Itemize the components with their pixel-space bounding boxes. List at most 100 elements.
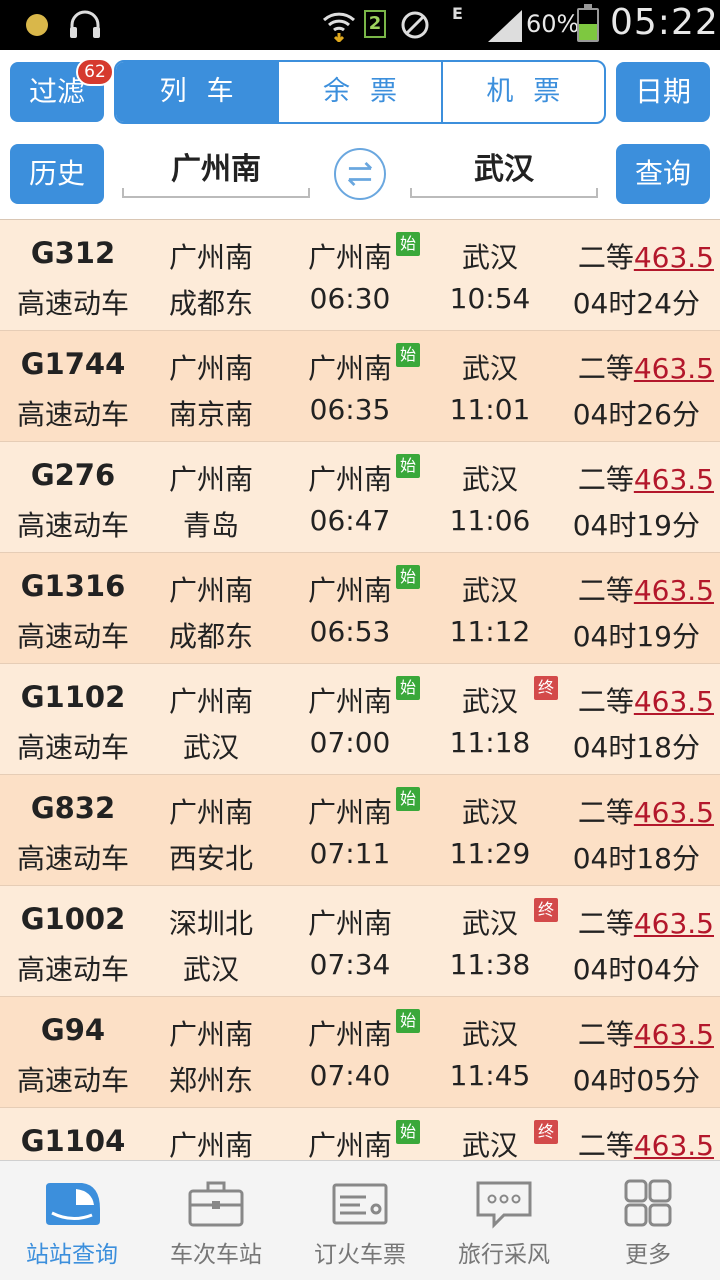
- train-row[interactable]: G312 高速动车 广州南 成都东 广州南 06:30 武汉 10:54 二等463.5 04时2…: [0, 220, 720, 331]
- query-button[interactable]: 查询: [616, 144, 710, 204]
- arrival-time: 10:54: [449, 282, 531, 315]
- train-number: G312: [30, 236, 116, 270]
- ticket-price[interactable]: 463.5: [634, 796, 714, 829]
- terminal-station: 武汉: [182, 731, 239, 764]
- mode-tabs: 列车 余票 机票: [114, 60, 606, 124]
- origin-tag: 始: [396, 565, 420, 589]
- terminal-station: 青岛: [182, 509, 239, 542]
- briefcase-icon: [188, 1181, 244, 1227]
- price-cell: 二等463.5: [566, 458, 714, 498]
- tab-trains[interactable]: 列车: [116, 62, 278, 122]
- price-cell: 二等463.5: [566, 791, 714, 831]
- price-cell: 二等463.5: [566, 236, 714, 276]
- terminus-tag: 终: [534, 676, 558, 700]
- price-cell: 二等463.5: [566, 680, 714, 720]
- date-button[interactable]: 日期: [616, 62, 710, 122]
- train-row[interactable]: G832 高速动车 广州南 西安北 广州南 07:11 武汉 11:29 二等463.5 04时1…: [0, 775, 720, 886]
- terminal-station: 成都东: [168, 620, 253, 653]
- notification-dot-icon: [26, 14, 48, 36]
- ticket-price[interactable]: 463.5: [634, 574, 714, 607]
- travel-duration: 04时26分: [572, 398, 700, 431]
- headset-icon: [70, 10, 100, 38]
- train-list[interactable]: G312 高速动车 广州南 成都东 广州南 06:30 武汉 10:54 二等463.5 04时2…: [0, 220, 720, 1160]
- ticket-price[interactable]: 463.5: [634, 1018, 714, 1051]
- seat-class: 二等: [577, 574, 634, 607]
- seat-class: 二等: [577, 352, 634, 385]
- nav-label: 站站查询: [26, 1242, 118, 1268]
- nav-label: 旅行采风: [458, 1242, 550, 1268]
- train-number: G832: [30, 791, 116, 825]
- nav-more[interactable]: 更多: [576, 1161, 720, 1280]
- nav-travel-notes[interactable]: 旅行采风: [432, 1161, 576, 1280]
- arrival-time: 11:38: [449, 948, 531, 981]
- departure-time: 07:11: [309, 837, 391, 870]
- train-number: G1316: [20, 569, 126, 603]
- train-row[interactable]: G1744 高速动车 广州南 南京南 广州南 06:35 武汉 11:01 二等463.5 04时…: [0, 331, 720, 442]
- terminal-station: 南京南: [168, 398, 253, 431]
- terminal-station: 成都东: [168, 287, 253, 320]
- swap-stations-icon[interactable]: [334, 148, 386, 200]
- seat-class: 二等: [577, 1129, 634, 1160]
- network-type: E: [452, 4, 463, 23]
- to-station-field[interactable]: 武汉: [410, 146, 598, 198]
- origin-station: 广州南: [168, 1018, 253, 1051]
- terminus-tag: 终: [534, 898, 558, 922]
- departure-time: 07:34: [309, 948, 391, 981]
- train-row[interactable]: G1104 广州南 广州南 武汉 二等463.5 始终: [0, 1108, 720, 1160]
- terminal-station: 武汉: [182, 953, 239, 986]
- ticket-price[interactable]: 463.5: [634, 463, 714, 496]
- origin-station: 广州南: [168, 574, 253, 607]
- train-row[interactable]: G276 高速动车 广州南 青岛 广州南 06:47 武汉 11:06 二等463.5 04时19…: [0, 442, 720, 553]
- origin-station: 广州南: [168, 463, 253, 496]
- train-row[interactable]: G1002 高速动车 深圳北 武汉 广州南 07:34 武汉 11:38 二等463.5 04时0…: [0, 886, 720, 997]
- travel-duration: 04时19分: [572, 620, 700, 653]
- train-number: G1744: [20, 347, 126, 381]
- ticket-price[interactable]: 463.5: [634, 685, 714, 718]
- history-button[interactable]: 历史: [10, 144, 104, 204]
- tab-flights[interactable]: 机票: [440, 62, 604, 122]
- price-cell: 二等463.5: [566, 347, 714, 387]
- departure-station: 广州南: [307, 907, 392, 940]
- train-type: 高速动车: [16, 731, 129, 764]
- arrival-station: 武汉: [461, 352, 518, 385]
- train-row[interactable]: G94 高速动车 广州南 郑州东 广州南 07:40 武汉 11:45 二等463.5 04时05…: [0, 997, 720, 1108]
- origin-station: 深圳北: [168, 907, 253, 940]
- ticket-price[interactable]: 463.5: [634, 241, 714, 274]
- ticket-price[interactable]: 463.5: [634, 1129, 714, 1160]
- seat-class: 二等: [577, 685, 634, 718]
- tab-remaining-tickets[interactable]: 余票: [277, 62, 440, 122]
- origin-tag: 始: [396, 676, 420, 700]
- train-row[interactable]: G1102 高速动车 广州南 武汉 广州南 07:00 武汉 11:18 二等463.5 04时1…: [0, 664, 720, 775]
- ticket-price[interactable]: 463.5: [634, 907, 714, 940]
- nav-book-tickets[interactable]: 订火车票: [288, 1161, 432, 1280]
- origin-station: 广州南: [168, 1129, 253, 1160]
- arrival-station: 武汉: [461, 796, 518, 829]
- filter-count-badge: 62: [76, 58, 114, 86]
- nav-station-search[interactable]: 站站查询: [0, 1161, 144, 1280]
- travel-duration: 04时19分: [572, 509, 700, 542]
- origin-tag: 始: [396, 787, 420, 811]
- seat-class: 二等: [577, 1018, 634, 1051]
- nav-label: 订火车票: [314, 1242, 406, 1268]
- ticket-price[interactable]: 463.5: [634, 352, 714, 385]
- nav-train-station[interactable]: 车次车站: [144, 1161, 288, 1280]
- bottom-nav: 站站查询 车次车站 订火车票 旅行采风 更多: [0, 1160, 720, 1280]
- departure-time: 06:35: [309, 393, 391, 426]
- train-row[interactable]: G1316 高速动车 广州南 成都东 广州南 06:53 武汉 11:12 二等463.5 04时…: [0, 553, 720, 664]
- origin-tag: 始: [396, 343, 420, 367]
- origin-station: 广州南: [168, 241, 253, 274]
- battery-icon: [577, 4, 599, 42]
- train-type: 高速动车: [16, 398, 129, 431]
- signal-icon: [488, 10, 522, 42]
- departure-time: 06:30: [309, 282, 391, 315]
- sim-indicator: 2: [364, 10, 386, 38]
- arrival-station: 武汉: [461, 241, 518, 274]
- departure-time: 06:47: [309, 504, 391, 537]
- train-number: G1104: [20, 1124, 126, 1158]
- from-station-field[interactable]: 广州南: [122, 146, 310, 198]
- battery-percent: 60%: [526, 10, 580, 38]
- status-bar: 2 E 60% 05:22: [0, 0, 720, 50]
- arrival-time: 11:18: [449, 726, 531, 759]
- arrival-station: 武汉: [461, 463, 518, 496]
- departure-time: 06:53: [309, 615, 391, 648]
